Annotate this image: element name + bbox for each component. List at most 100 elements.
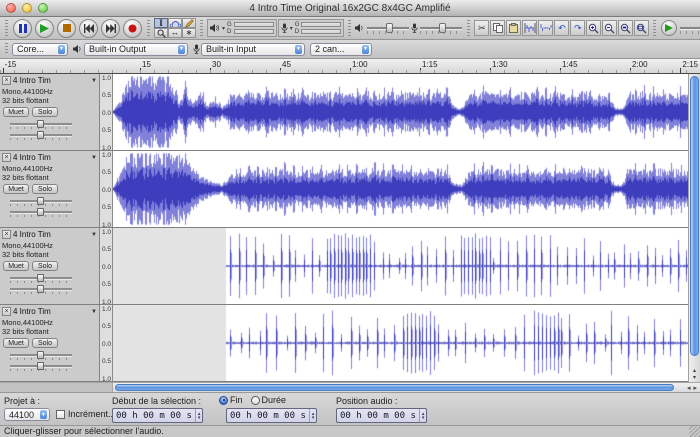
fit-project-button[interactable]: [634, 20, 649, 36]
silence-button[interactable]: [538, 20, 553, 36]
amplitude-ruler[interactable]: 1.00.50.00.51.0: [100, 228, 113, 304]
toolbar-grip[interactable]: [5, 20, 8, 36]
track-title[interactable]: 4 Intro Tim: [13, 230, 91, 239]
track-close-button[interactable]: ×: [2, 153, 11, 162]
gain-slider[interactable]: [10, 196, 72, 206]
pan-slider[interactable]: [10, 284, 72, 294]
slider-thumb[interactable]: [37, 120, 44, 128]
pan-slider[interactable]: [10, 207, 72, 217]
track-title[interactable]: 4 Intro Tim: [13, 76, 91, 85]
envelope-tool-button[interactable]: [168, 18, 182, 28]
selection-start-time[interactable]: 00 h 00 m 00 s▴▾: [112, 408, 203, 423]
mute-button[interactable]: Muet: [3, 107, 29, 117]
track-menu-button[interactable]: ▼: [91, 309, 97, 315]
slider-thumb[interactable]: [37, 208, 44, 216]
mute-button[interactable]: Muet: [3, 338, 29, 348]
solo-button[interactable]: Solo: [32, 184, 58, 194]
gain-slider[interactable]: [10, 350, 72, 360]
waveform-area[interactable]: [113, 228, 688, 304]
audio-position-time[interactable]: 00 h 00 m 00 s▴▾: [336, 408, 427, 423]
waveform-area[interactable]: [113, 74, 688, 150]
waveform-area[interactable]: [113, 151, 688, 227]
toolbar-grip[interactable]: [467, 20, 470, 36]
track-control-panel[interactable]: × 4 Intro Tim ▼ Mono,44100Hz 32 bits flo…: [0, 151, 100, 227]
forward-button[interactable]: [101, 19, 120, 38]
track-menu-button[interactable]: ▼: [91, 78, 97, 84]
scroll-down-arrow-icon[interactable]: ▾: [693, 375, 696, 381]
slider-thumb[interactable]: [439, 23, 446, 33]
gain-slider[interactable]: [10, 119, 72, 129]
solo-button[interactable]: Solo: [32, 107, 58, 117]
play-button[interactable]: [35, 19, 54, 38]
copy-button[interactable]: [490, 20, 505, 36]
rewind-button[interactable]: [79, 19, 98, 38]
hscroll-thumb[interactable]: [115, 384, 674, 391]
zoom-button[interactable]: [38, 3, 48, 13]
mute-button[interactable]: Muet: [3, 261, 29, 271]
slider-thumb[interactable]: [37, 362, 44, 370]
input-volume-slider[interactable]: [419, 21, 463, 35]
track-close-button[interactable]: ×: [2, 230, 11, 239]
pan-slider[interactable]: [10, 130, 72, 140]
playback-meter[interactable]: ▾ GD: [207, 19, 277, 37]
amplitude-ruler[interactable]: 1.00.50.00.51.0: [100, 74, 113, 150]
time-spinner[interactable]: ▴▾: [195, 409, 203, 422]
toolbar-grip[interactable]: [5, 43, 8, 55]
output-select[interactable]: Built-in Output▼: [84, 43, 188, 56]
snap-to-checkbox[interactable]: Incrément...: [56, 409, 116, 419]
end-radio[interactable]: Fin: [219, 395, 243, 405]
mute-button[interactable]: Muet: [3, 184, 29, 194]
scroll-left-arrow-icon[interactable]: ◂: [687, 384, 691, 392]
paste-button[interactable]: [506, 20, 521, 36]
vertical-scrollbar[interactable]: ▴▾: [688, 74, 700, 382]
timeshift-tool-button[interactable]: ↔: [168, 28, 182, 38]
amplitude-ruler[interactable]: 1.00.50.00.51.0: [100, 151, 113, 227]
draw-tool-button[interactable]: [182, 18, 196, 28]
channels-select[interactable]: 2 can...▼: [310, 43, 372, 56]
timeline-ruler[interactable]: -151530451:001:151:301:452:002:15: [0, 59, 700, 74]
input-select[interactable]: Built-in Input▼: [201, 43, 305, 56]
meter-dropdown-icon[interactable]: ▾: [222, 25, 225, 32]
time-spinner[interactable]: ▴▾: [309, 409, 317, 422]
scroll-right-arrow-icon[interactable]: ▸: [693, 384, 697, 392]
waveform-canvas[interactable]: [113, 74, 688, 150]
slider-thumb[interactable]: [37, 285, 44, 293]
play-at-speed-button[interactable]: [661, 20, 677, 36]
pause-button[interactable]: [13, 19, 32, 38]
play-speed-slider[interactable]: [679, 21, 700, 35]
toolbar-grip[interactable]: [147, 20, 150, 36]
trim-button[interactable]: [522, 20, 537, 36]
stop-button[interactable]: [57, 19, 76, 38]
solo-button[interactable]: Solo: [32, 338, 58, 348]
close-button[interactable]: [6, 3, 16, 13]
amplitude-ruler[interactable]: 1.00.50.00.51.0: [100, 305, 113, 381]
waveform-canvas[interactable]: [113, 305, 688, 381]
track-control-panel[interactable]: × 4 Intro Tim ▼ Mono,44100Hz 32 bits flo…: [0, 305, 100, 381]
waveform-area[interactable]: [113, 305, 688, 381]
pan-slider[interactable]: [10, 361, 72, 371]
waveform-canvas[interactable]: [113, 228, 688, 304]
track-close-button[interactable]: ×: [2, 76, 11, 85]
slider-thumb[interactable]: [37, 274, 44, 282]
track-control-panel[interactable]: × 4 Intro Tim ▼ Mono,44100Hz 32 bits flo…: [0, 228, 100, 304]
zoom-in-button[interactable]: [586, 20, 601, 36]
fit-selection-button[interactable]: [618, 20, 633, 36]
gain-slider[interactable]: [10, 273, 72, 283]
selection-end-time[interactable]: 00 h 00 m 00 s▴▾: [226, 408, 317, 423]
slider-thumb[interactable]: [37, 197, 44, 205]
toolbar-grip[interactable]: [348, 20, 351, 36]
track-title[interactable]: 4 Intro Tim: [13, 307, 91, 316]
track-menu-button[interactable]: ▼: [91, 232, 97, 238]
project-rate-select[interactable]: 44100▼: [4, 408, 50, 421]
length-radio[interactable]: Durée: [251, 395, 287, 405]
track-control-panel[interactable]: × 4 Intro Tim ▼ Mono,44100Hz 32 bits flo…: [0, 74, 100, 150]
multi-tool-button[interactable]: ∗: [182, 28, 196, 38]
record-button[interactable]: [123, 19, 142, 38]
cut-button[interactable]: ✂: [474, 20, 489, 36]
track-menu-button[interactable]: ▼: [91, 155, 97, 161]
recording-meter[interactable]: ▾ GD: [278, 19, 345, 37]
hscroll-track[interactable]: ◂▸: [113, 382, 700, 392]
slider-thumb[interactable]: [37, 131, 44, 139]
toolbar-grip[interactable]: [200, 20, 203, 36]
host-select[interactable]: Core...▼: [12, 43, 68, 56]
